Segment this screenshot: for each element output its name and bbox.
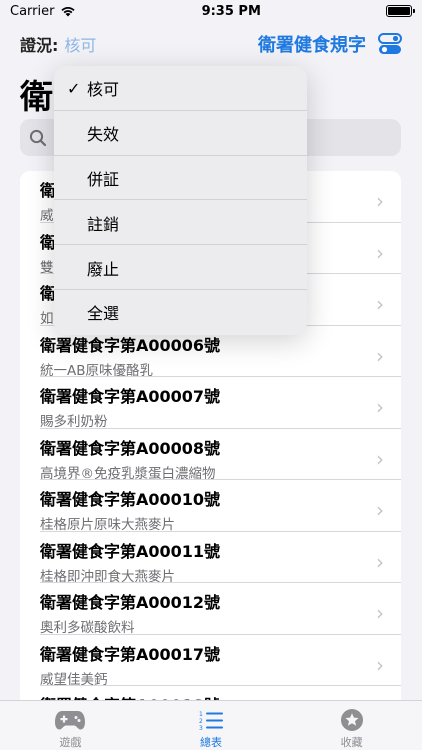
star-icon (340, 709, 363, 731)
list-numbered-icon: 1 2 3 (199, 711, 223, 732)
item-subtitle: 威望佳美鈣 (40, 671, 108, 688)
menu-item-merged[interactable]: 併証 (54, 156, 307, 201)
item-subtitle: 奧利多碳酸飲料 (40, 620, 135, 636)
nav-bar: 證況: 核可 衛署健食規字 (0, 28, 422, 60)
tab-favorites[interactable]: 收藏 (281, 701, 422, 750)
chevron-right-icon: › (376, 395, 384, 419)
menu-item-label: 併証 (87, 169, 120, 189)
tab-label: 總表 (200, 736, 222, 749)
menu-item-cancelled[interactable]: 註銷 (54, 200, 307, 245)
item-title: 衛署健食字第A00008號 (40, 438, 221, 458)
tab-label: 收藏 (340, 736, 363, 749)
menu-item-label: 全選 (87, 304, 120, 324)
item-title: 衛署健食字第A00012號 (40, 593, 221, 612)
menu-item-label: 失效 (87, 125, 120, 145)
status-bar: Carrier 9:35 PM (0, 0, 422, 22)
svg-text:3: 3 (199, 725, 203, 732)
wifi-icon (61, 7, 76, 17)
list-item[interactable]: 衛署健食字第A00012號 奧利多碳酸飲料 › (20, 583, 401, 636)
status-filter-menu: ✓ 核可 失效 併証 註銷 廢止 全選 (54, 66, 307, 335)
chevron-right-icon: › (376, 343, 384, 368)
svg-text:2: 2 (199, 718, 203, 725)
menu-item-label: 註銷 (87, 214, 120, 234)
menu-item-select-all[interactable]: 全選 (54, 290, 307, 335)
svg-text:1: 1 (199, 711, 203, 718)
tab-list[interactable]: 1 2 3 總表 (141, 701, 282, 750)
menu-item-invalid[interactable]: 失效 (54, 111, 307, 156)
item-subtitle: 桂格即沖即食大燕麥片 (40, 568, 175, 585)
item-subtitle: 桂格原片原味大燕麥片 (40, 517, 175, 533)
chevron-right-icon: › (376, 652, 384, 677)
tab-games[interactable]: 遊戲 (0, 701, 141, 750)
battery-icon (385, 5, 415, 17)
filter-value[interactable]: 核可 (64, 36, 96, 55)
tab-label: 遊戲 (59, 736, 82, 749)
nav-right: 衛署健食規字 (258, 31, 402, 57)
chevron-right-icon: › (376, 446, 384, 471)
list-item[interactable]: 衛署健食字第A00007號 賜多利奶粉 › (20, 377, 401, 430)
item-title: 衛署健食字第A00017號 (40, 644, 221, 664)
item-subtitle: 統一AB原味優酪乳 (40, 362, 153, 379)
chevron-right-icon: › (376, 498, 384, 522)
page-title: 衛 (20, 77, 53, 116)
chevron-right-icon: › (376, 240, 384, 265)
tab-bar: 遊戲 1 2 3 總表 收藏 (0, 700, 422, 750)
item-title: 衛署健食字第A00007號 (40, 387, 221, 406)
chevron-right-icon: › (376, 549, 384, 574)
gamecontroller-icon (55, 711, 86, 730)
item-title: 衛署健食字第A00006號 (40, 335, 221, 355)
list-item[interactable]: 衛署健食字第A00011號 桂格即沖即食大燕麥片 › (20, 532, 401, 585)
item-title: 衛署健食字第A00010號 (40, 490, 221, 509)
chevron-right-icon: › (376, 189, 384, 213)
clock-time: 9:35 PM (201, 3, 261, 19)
chevron-right-icon: › (376, 292, 384, 316)
menu-item-label: 核可 (87, 80, 120, 100)
list-item[interactable]: 衛署健食字第A00010號 桂格原片原味大燕麥片 › (20, 480, 401, 533)
search-icon (29, 129, 47, 146)
list-item[interactable]: 衛署健食字第A00008號 高境界®免疫乳漿蛋白濃縮物 › (20, 429, 401, 482)
menu-item-label: 廢止 (87, 259, 120, 279)
item-title: 衛署健食字第A00011號 (40, 541, 221, 561)
status-left: Carrier (10, 4, 76, 19)
toggles-icon[interactable] (378, 33, 402, 55)
item-subtitle: 高境界®免疫乳漿蛋白濃縮物 (40, 465, 216, 482)
filter-label: 證況: (20, 36, 59, 55)
category-title-button[interactable]: 衛署健食規字 (258, 31, 366, 57)
checkmark-icon: ✓ (67, 78, 81, 98)
status-filter[interactable]: 證況: 核可 (20, 32, 96, 56)
item-subtitle: 賜多利奶粉 (40, 414, 108, 430)
menu-item-revoked[interactable]: 廢止 (54, 245, 307, 290)
chevron-right-icon: › (376, 601, 384, 625)
menu-item-approved[interactable]: ✓ 核可 (54, 66, 307, 111)
list-item[interactable]: 衛署健食字第A00017號 威望佳美鈣 › (20, 635, 401, 688)
carrier-label: Carrier (10, 3, 55, 19)
